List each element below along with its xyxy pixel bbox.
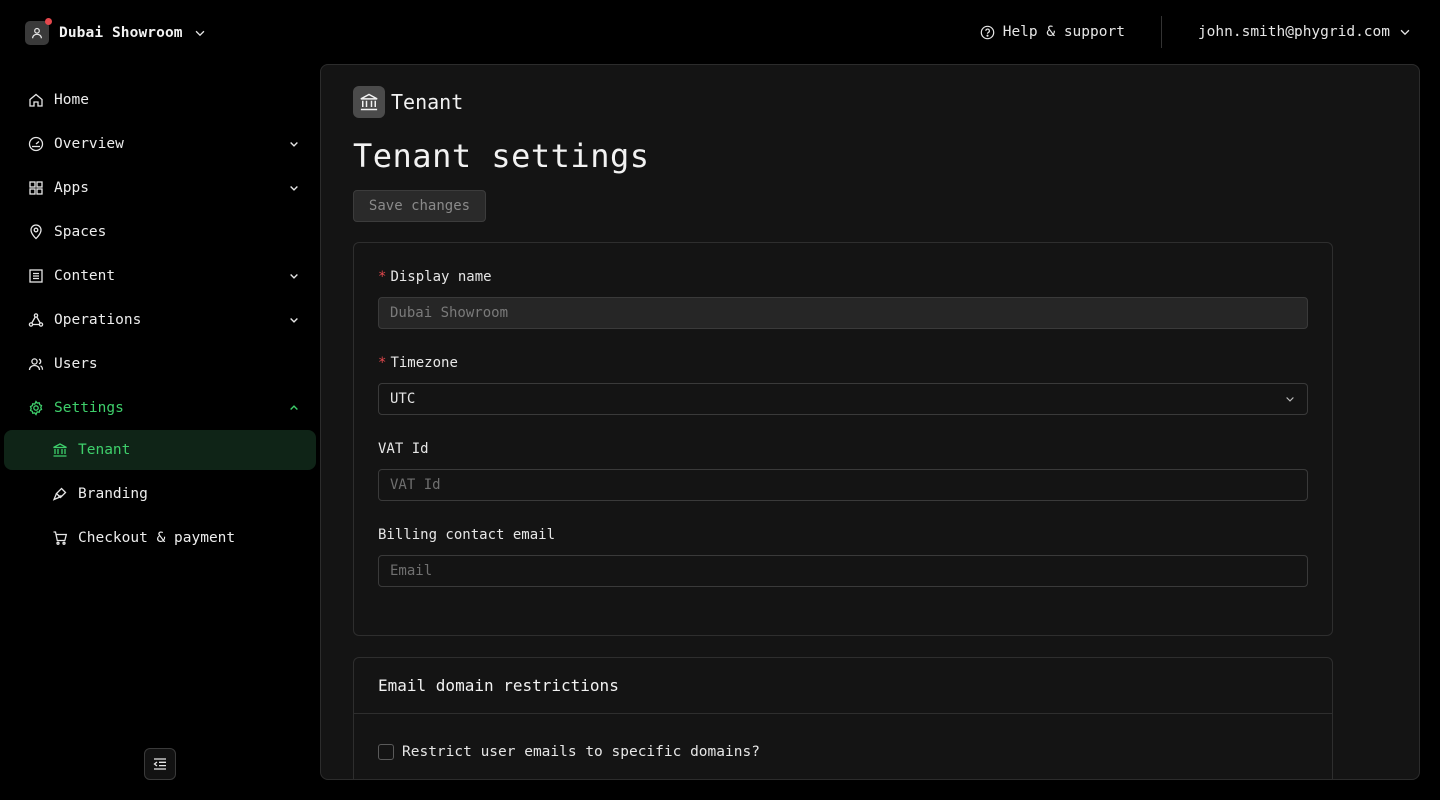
timezone-label-text: Timezone [390, 355, 458, 371]
sidebar-item-label: Content [54, 268, 116, 284]
required-marker: * [378, 355, 387, 371]
email-domain-restrictions-card: Email domain restrictions Restrict user … [353, 657, 1333, 779]
network-icon [28, 312, 44, 328]
email-domain-restrictions-title: Email domain restrictions [354, 658, 1332, 714]
timezone-label: * Timezone [378, 355, 458, 371]
save-changes-button[interactable]: Save changes [353, 190, 486, 222]
sidebar-subitem-branding[interactable]: Branding [4, 474, 316, 514]
org-name: Dubai Showroom [59, 25, 183, 41]
help-support-link[interactable]: Help & support [980, 24, 1161, 40]
sidebar-subitem-label: Branding [78, 486, 148, 502]
sidebar-item-home[interactable]: Home [0, 78, 320, 122]
chevron-up-icon [290, 405, 298, 410]
topbar-right: Help & support john.smith@phygrid.com [980, 14, 1440, 50]
page-header: Tenant [353, 86, 463, 118]
chevron-down-icon [1286, 397, 1294, 402]
help-label: Help & support [1002, 24, 1125, 40]
sidebar-item-overview[interactable]: Overview [0, 122, 320, 166]
bank-icon [353, 86, 385, 118]
sidebar-item-label: Spaces [54, 224, 107, 240]
timezone-value: UTC [390, 391, 416, 407]
user-icon [32, 27, 42, 39]
vat-id-input[interactable] [378, 469, 1308, 501]
sidebar-item-apps[interactable]: Apps [0, 166, 320, 210]
chevron-down-icon [193, 26, 207, 40]
sidebar-subitem-checkout[interactable]: Checkout & payment [4, 518, 316, 558]
gauge-icon [28, 136, 44, 152]
billing-email-input[interactable] [378, 555, 1308, 587]
org-avatar [25, 18, 52, 45]
sidebar-item-content[interactable]: Content [0, 254, 320, 298]
main-panel: Tenant Tenant settings Save changes * Dis… [320, 64, 1420, 780]
brush-icon [52, 486, 68, 502]
chevron-down-icon [290, 142, 298, 147]
sidebar-item-users[interactable]: Users [0, 342, 320, 386]
sidebar-item-operations[interactable]: Operations [0, 298, 320, 342]
bank-icon [52, 442, 68, 458]
timezone-select[interactable]: UTC [378, 383, 1308, 415]
display-name-input[interactable] [378, 297, 1308, 329]
restrict-domains-option[interactable]: Restrict user emails to specific domains… [378, 744, 760, 760]
sidebar-subitem-label: Tenant [78, 442, 131, 458]
sidebar-item-label: Operations [54, 312, 142, 328]
home-icon [28, 92, 44, 108]
restrict-domains-label: Restrict user emails to specific domains… [402, 744, 760, 760]
page-title: Tenant settings [353, 137, 650, 175]
user-email: john.smith@phygrid.com [1197, 24, 1390, 40]
sidebar-item-label: Overview [54, 136, 124, 152]
sidebar: Home Overview Apps Spaces Content Operat… [0, 78, 320, 562]
restrict-domains-checkbox[interactable] [378, 744, 394, 760]
sidebar-item-label: Home [54, 92, 89, 108]
required-marker: * [378, 269, 387, 285]
collapse-menu-icon [153, 758, 166, 770]
display-name-label: * Display name [378, 269, 492, 285]
chevron-down-icon [290, 318, 298, 323]
location-pin-icon [28, 224, 44, 240]
sidebar-item-label: Settings [54, 400, 124, 416]
chevron-down-icon [1400, 29, 1410, 36]
billing-email-label: Billing contact email [378, 527, 556, 543]
sidebar-subitem-tenant[interactable]: Tenant [4, 430, 316, 470]
users-icon [28, 356, 44, 372]
tenant-settings-form: *Display name *Timezone UTC VAT Id Billi… [353, 242, 1333, 636]
content-list-icon [28, 268, 44, 284]
apps-grid-icon [28, 180, 44, 196]
help-icon [980, 25, 995, 39]
sidebar-item-label: Users [54, 356, 98, 372]
chevron-down-icon [290, 186, 298, 191]
display-name-label-text: Display name [390, 269, 492, 285]
gear-icon [28, 400, 44, 416]
sidebar-item-spaces[interactable]: Spaces [0, 210, 320, 254]
cart-icon [52, 530, 68, 546]
org-switcher[interactable]: Dubai Showroom [25, 18, 207, 46]
sidebar-item-settings[interactable]: Settings [0, 386, 320, 430]
vat-id-label: VAT Id [378, 441, 429, 457]
notification-dot [45, 18, 52, 25]
user-menu[interactable]: john.smith@phygrid.com [1162, 24, 1440, 40]
sidebar-item-label: Apps [54, 180, 89, 196]
collapse-sidebar-button[interactable] [144, 748, 176, 780]
page-header-title: Tenant [391, 90, 464, 114]
sidebar-subitem-label: Checkout & payment [78, 530, 236, 546]
chevron-down-icon [290, 274, 298, 279]
